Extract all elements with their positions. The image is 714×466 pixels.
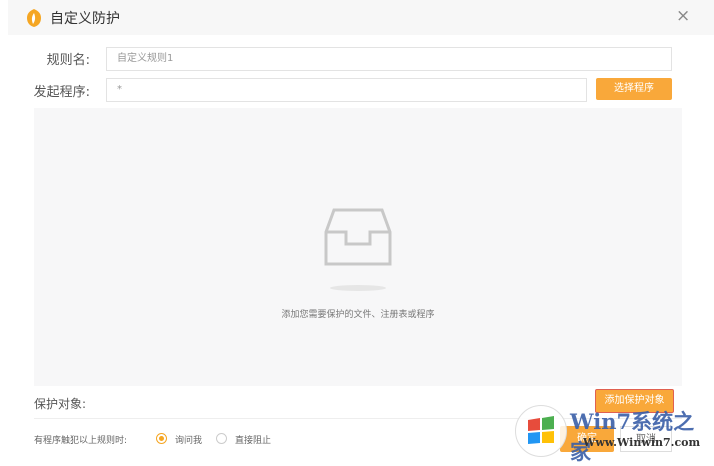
radio-ask-me[interactable] bbox=[156, 433, 167, 444]
radio-block-label[interactable]: 直接阻止 bbox=[235, 433, 271, 446]
radio-block[interactable] bbox=[216, 433, 227, 444]
protect-label: 保护对象: bbox=[34, 397, 87, 411]
rule-name-input[interactable]: 自定义规则1 bbox=[106, 47, 672, 71]
empty-inbox-icon bbox=[322, 208, 394, 302]
protect-object-list: 添加您需要保护的文件、注册表或程序 bbox=[34, 108, 682, 386]
windows-logo-icon bbox=[515, 405, 567, 457]
program-input[interactable]: * bbox=[106, 78, 587, 102]
empty-hint: 添加您需要保护的文件、注册表或程序 bbox=[281, 310, 435, 320]
watermark-url: Www.Winwin7.com bbox=[583, 436, 701, 449]
program-label: 发起程序: bbox=[33, 85, 90, 100]
shield-logo-icon bbox=[26, 8, 42, 32]
policy-label: 有程序触犯以上规则时: bbox=[34, 436, 128, 446]
window-title: 自定义防护 bbox=[50, 11, 120, 27]
radio-ask-me-label[interactable]: 询问我 bbox=[175, 433, 202, 446]
close-icon[interactable]: × bbox=[676, 6, 690, 26]
rule-name-label: 规则名: bbox=[46, 53, 90, 68]
select-program-button[interactable]: 选择程序 bbox=[596, 78, 672, 100]
